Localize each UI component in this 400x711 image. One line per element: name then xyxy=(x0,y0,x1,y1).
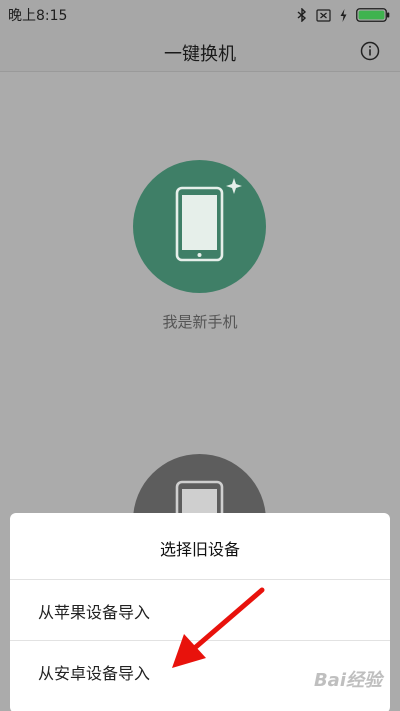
status-bar: 晚上8:15 xyxy=(0,0,400,30)
info-button[interactable] xyxy=(359,40,381,62)
info-icon xyxy=(360,41,380,61)
import-from-apple-option[interactable]: 从苹果设备导入 xyxy=(10,580,390,642)
battery-icon xyxy=(356,8,390,22)
status-icons xyxy=(297,8,390,22)
new-phone-icon xyxy=(175,178,242,262)
watermark: Bai经验 xyxy=(313,670,382,691)
import-from-apple-label: 从苹果设备导入 xyxy=(38,603,151,622)
status-time: 晚上8:15 xyxy=(8,8,68,24)
app-header: 一键换机 xyxy=(0,30,400,72)
new-phone-button[interactable] xyxy=(133,160,266,293)
sheet-title: 选择旧设备 xyxy=(159,540,240,559)
bluetooth-icon xyxy=(297,8,307,22)
import-from-android-label: 从安卓设备导入 xyxy=(38,664,151,683)
no-sim-icon xyxy=(316,8,331,22)
charging-icon xyxy=(340,8,347,22)
new-phone-label: 我是新手机 xyxy=(162,313,238,331)
page-title: 一键换机 xyxy=(164,44,236,65)
